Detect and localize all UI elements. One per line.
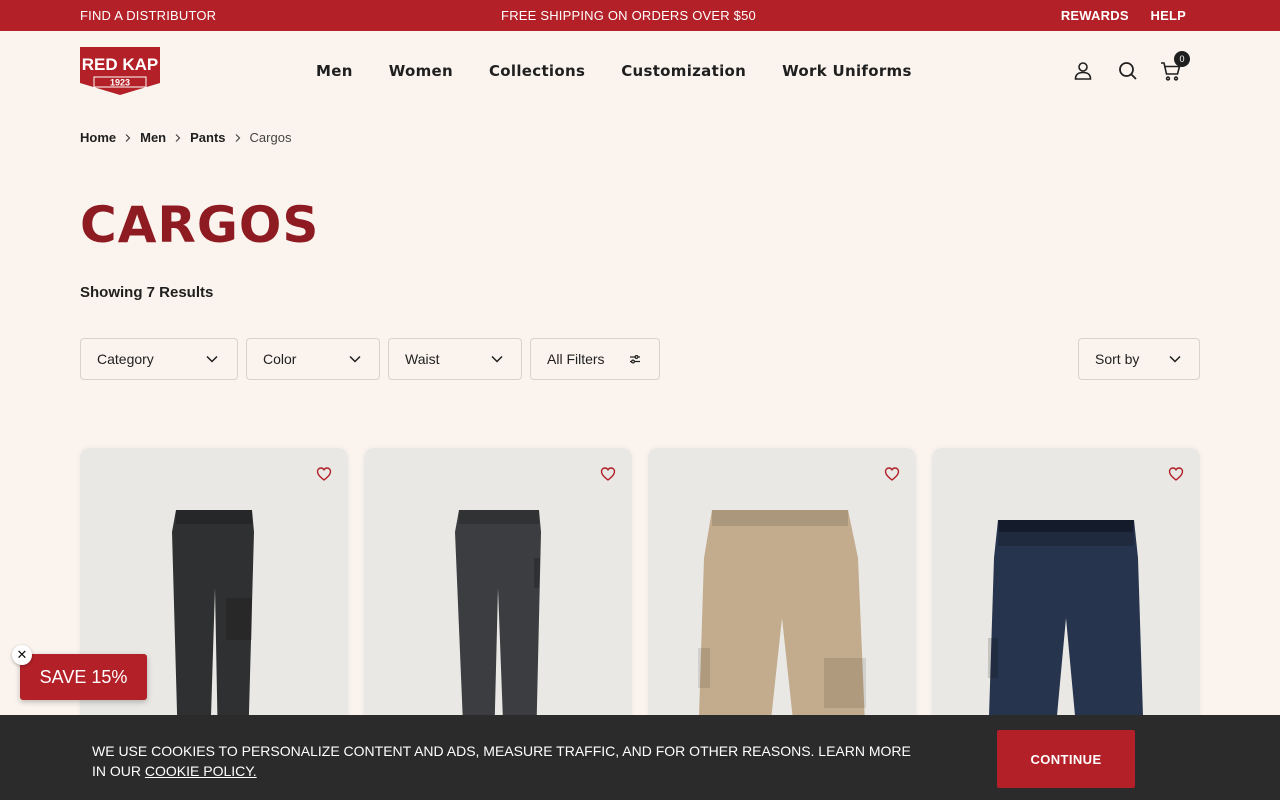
breadcrumb-pants[interactable]: Pants — [190, 130, 225, 145]
rewards-link[interactable]: REWARDS — [1061, 8, 1129, 23]
wishlist-heart-icon[interactable] — [1168, 466, 1184, 482]
product-card[interactable] — [80, 448, 348, 748]
product-card[interactable] — [932, 448, 1200, 748]
breadcrumb-men[interactable]: Men — [140, 130, 166, 145]
sliders-icon — [630, 354, 640, 364]
product-image — [988, 520, 1144, 748]
nav-men[interactable]: Men — [316, 62, 353, 80]
logo-year: 1923 — [110, 78, 130, 88]
product-card[interactable] — [648, 448, 916, 748]
save-15-promo-button[interactable]: SAVE 15% — [20, 654, 147, 700]
chevron-right-icon — [175, 133, 181, 142]
nav-women[interactable]: Women — [389, 62, 453, 80]
chevron-right-icon — [125, 133, 131, 142]
wishlist-heart-icon[interactable] — [884, 466, 900, 482]
site-header: RED KAP 1923 Men Women Collections Custo… — [0, 31, 1280, 111]
results-count: Showing 7 Results — [80, 284, 214, 301]
filter-category-label: Category — [97, 351, 154, 367]
breadcrumb-home[interactable]: Home — [80, 130, 116, 145]
chevron-down-icon — [349, 355, 361, 363]
main-nav: Men Women Collections Customization Work… — [316, 62, 912, 80]
cookie-text: WE USE COOKIES TO PERSONALIZE CONTENT AN… — [92, 741, 912, 781]
filter-waist-label: Waist — [405, 351, 440, 367]
breadcrumb-current: Cargos — [249, 130, 292, 145]
sort-by-dropdown[interactable]: Sort by — [1078, 338, 1200, 380]
chevron-down-icon — [206, 355, 218, 363]
page-title: CARGOS — [80, 196, 320, 254]
top-announcement-bar: FIND A DISTRIBUTOR FREE SHIPPING ON ORDE… — [0, 0, 1280, 31]
nav-customization[interactable]: Customization — [621, 62, 746, 80]
topbar-links: REWARDS HELP — [1043, 8, 1186, 23]
nav-collections[interactable]: Collections — [489, 62, 585, 80]
filter-color[interactable]: Color — [246, 338, 380, 380]
filter-category[interactable]: Category — [80, 338, 238, 380]
chevron-down-icon — [1169, 355, 1181, 363]
wishlist-heart-icon[interactable] — [600, 466, 616, 482]
red-kap-logo[interactable]: RED KAP 1923 — [80, 47, 160, 95]
all-filters-button[interactable]: All Filters — [530, 338, 660, 380]
filter-color-label: Color — [263, 351, 297, 367]
help-link[interactable]: HELP — [1151, 8, 1186, 23]
product-image — [698, 510, 866, 748]
cart-count-badge: 0 — [1174, 51, 1190, 67]
search-icon[interactable] — [1116, 59, 1140, 83]
cookie-policy-link[interactable]: COOKIE POLICY. — [145, 763, 257, 779]
logo-wordmark: RED KAP — [82, 55, 159, 74]
filter-waist[interactable]: Waist — [388, 338, 522, 380]
chevron-right-icon — [235, 133, 240, 142]
all-filters-label: All Filters — [547, 351, 605, 367]
account-icon[interactable] — [1071, 59, 1095, 83]
product-image — [455, 510, 541, 748]
chevron-down-icon — [491, 355, 503, 363]
breadcrumb: Home Men Pants Cargos — [80, 130, 291, 145]
close-icon[interactable]: ✕ — [12, 645, 32, 665]
nav-work-uniforms[interactable]: Work Uniforms — [782, 62, 912, 80]
continue-button[interactable]: CONTINUE — [997, 730, 1135, 788]
cookie-banner: WE USE COOKIES TO PERSONALIZE CONTENT AN… — [0, 715, 1280, 800]
sort-by-label: Sort by — [1095, 351, 1140, 367]
product-image — [172, 510, 254, 748]
product-card[interactable] — [364, 448, 632, 748]
wishlist-heart-icon[interactable] — [316, 466, 332, 482]
